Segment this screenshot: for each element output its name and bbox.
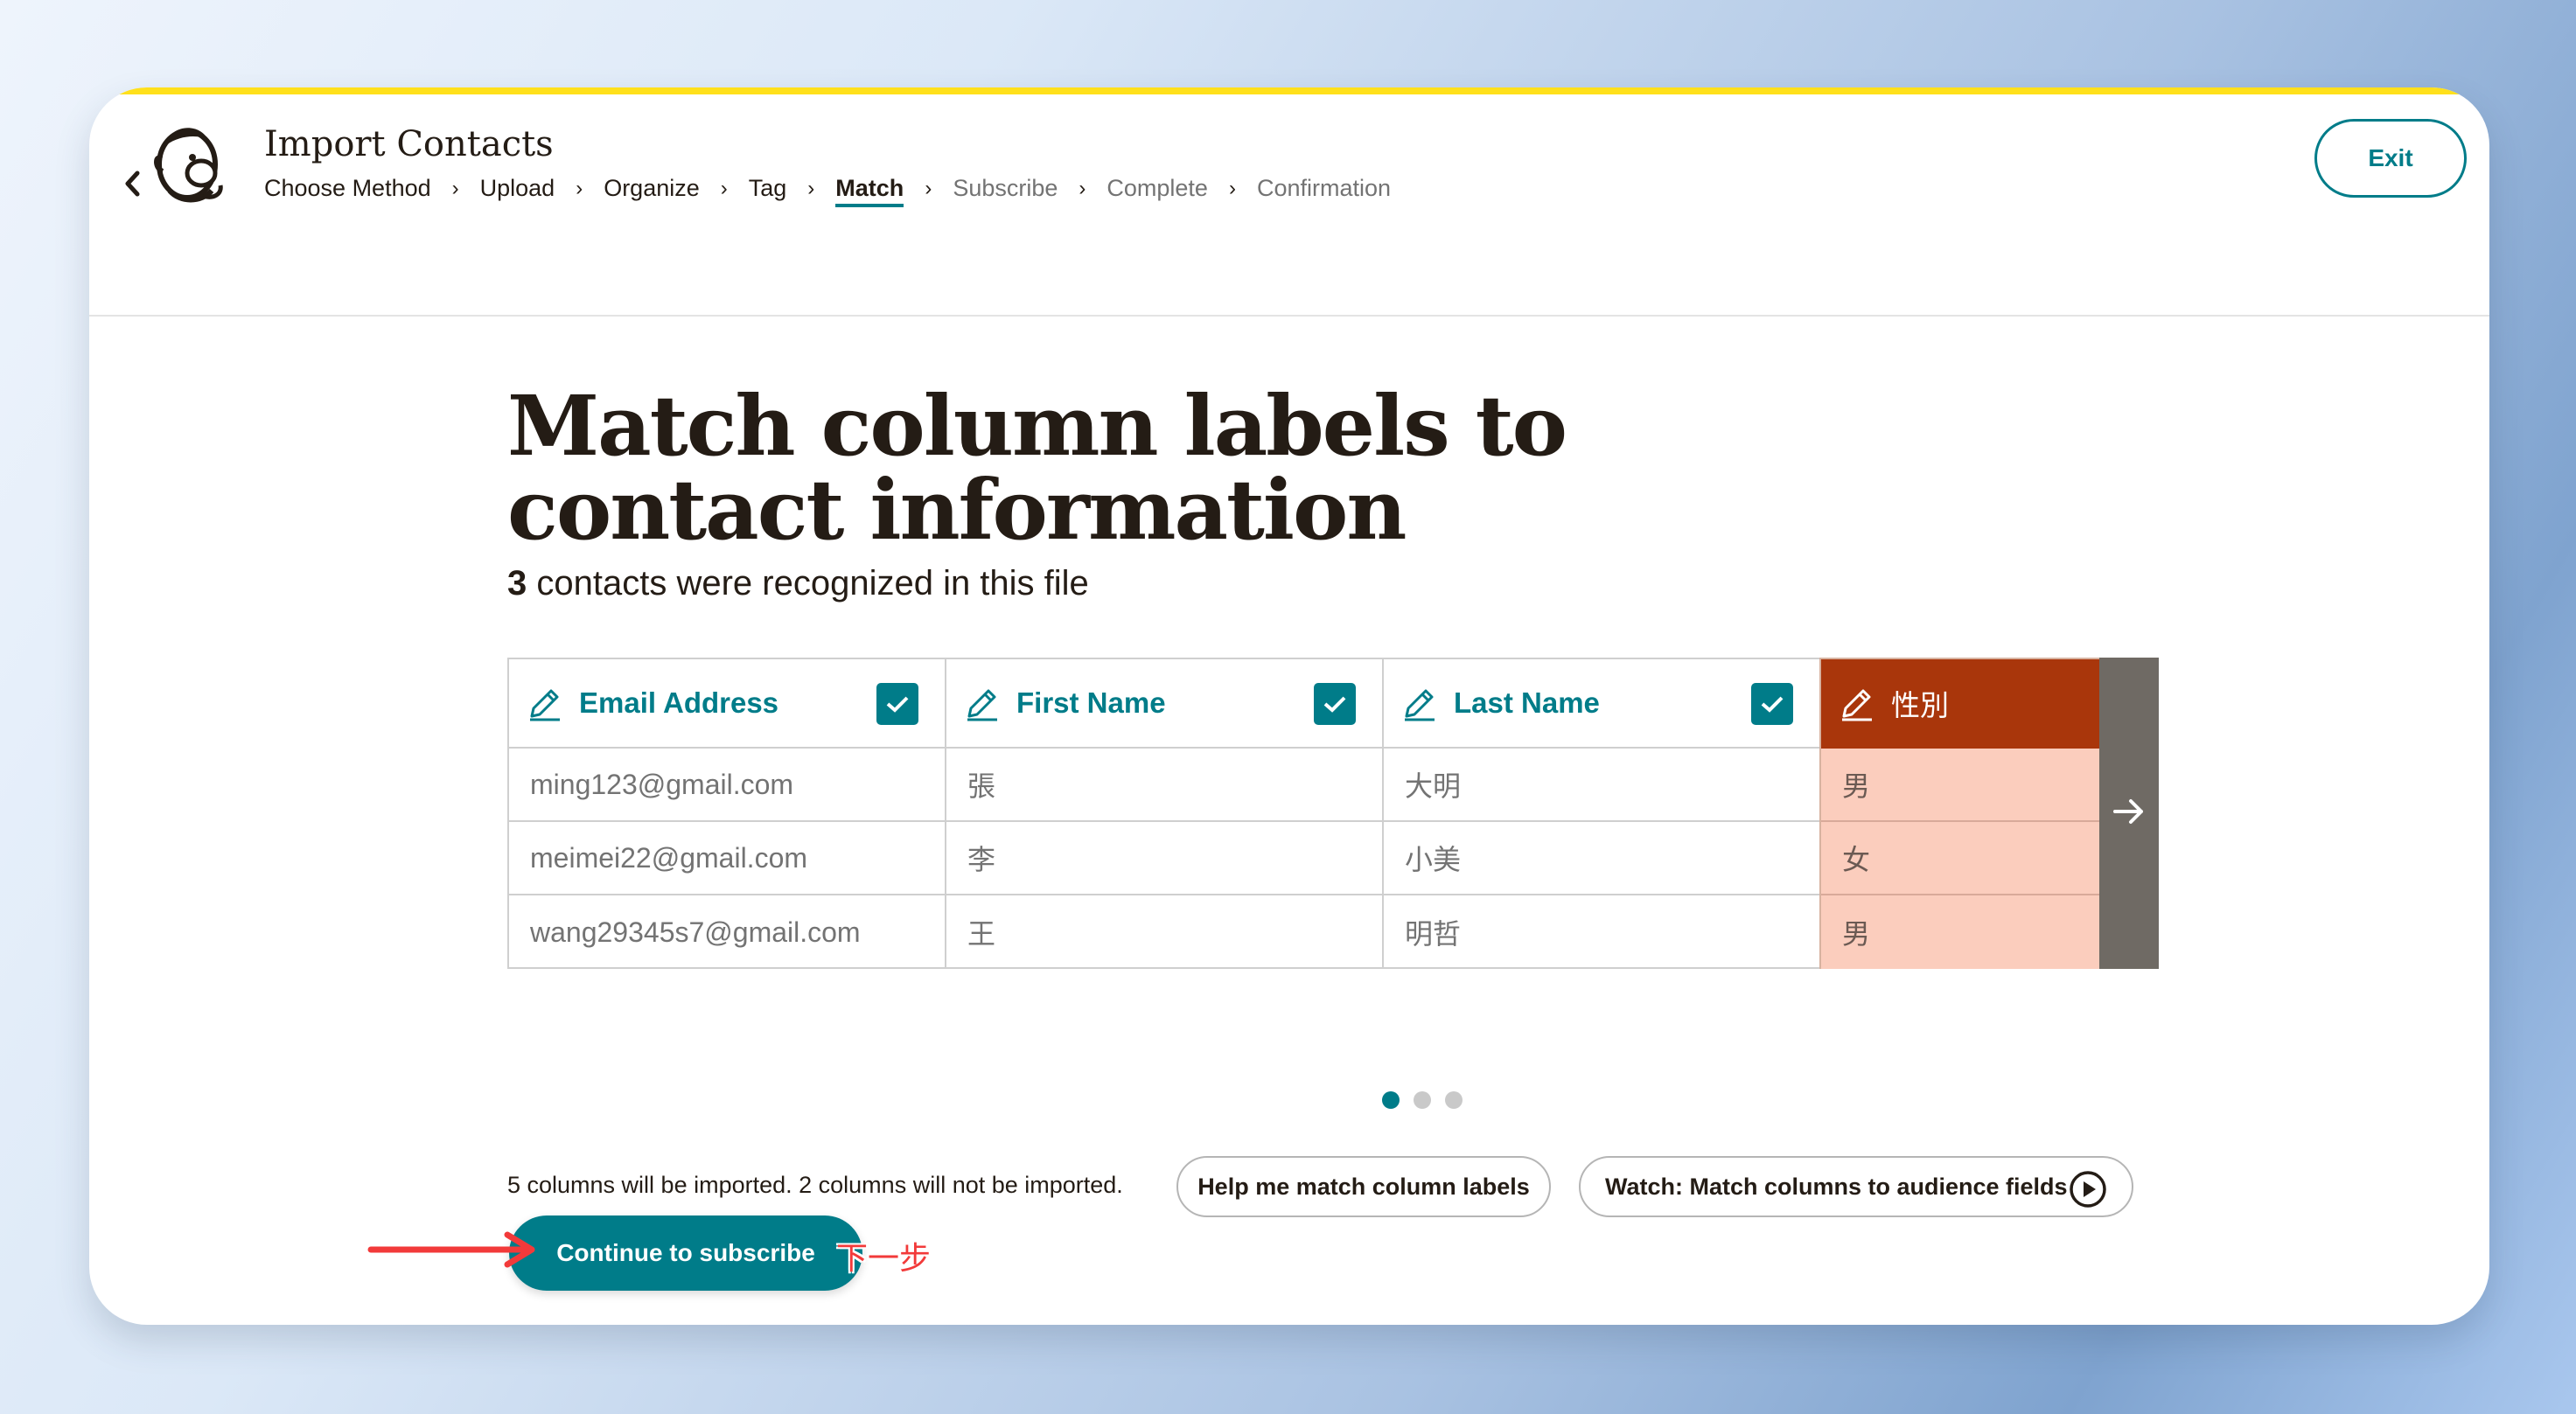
table-cell: 王 <box>967 918 996 950</box>
watch-video-button[interactable]: Watch: Match columns to audience fields <box>1579 1156 2133 1217</box>
breadcrumb-separator: › <box>451 176 459 200</box>
column-header[interactable]: Last Name <box>1384 659 1819 749</box>
breadcrumb-separator: › <box>1079 176 1086 200</box>
breadcrumb: Choose Method › Upload › Organize › Tag … <box>264 175 1391 207</box>
table-cell: 李 <box>946 822 1382 895</box>
column-label: 性別 <box>1891 689 1949 721</box>
page-title: Import Contacts <box>264 124 554 164</box>
table-cell: wang29345s7@gmail.com <box>530 916 861 948</box>
recognized-summary: 3 contacts were recognized in this file <box>507 564 1089 603</box>
breadcrumb-organize[interactable]: Organize <box>604 175 700 207</box>
breadcrumb-tag[interactable]: Tag <box>749 175 787 207</box>
breadcrumb-match[interactable]: Match <box>835 175 904 207</box>
column-last-name[interactable]: Last Name 大明 小美 明哲 <box>1382 658 1821 969</box>
column-unmatched-gender[interactable]: 性別 男 女 男 <box>1819 658 2101 969</box>
mailchimp-freddie-icon <box>150 119 229 206</box>
pencil-icon[interactable] <box>964 685 1001 721</box>
pagination-dot-2[interactable] <box>1414 1091 1431 1109</box>
table-cell: 張 <box>946 749 1382 822</box>
column-match-table: Email Address ming123@gmail.com meimei22… <box>507 658 2159 969</box>
brand-top-bar <box>89 87 2489 94</box>
column-header[interactable]: 性別 <box>1821 659 2099 749</box>
breadcrumb-separator: › <box>807 176 815 200</box>
breadcrumb-complete: Complete <box>1106 175 1208 201</box>
next-columns-button[interactable] <box>2099 658 2159 969</box>
table-cell: 小美 <box>1384 822 1819 895</box>
column-first-name[interactable]: First Name 張 李 王 <box>945 658 1384 969</box>
table-cell: meimei22@gmail.com <box>509 822 945 895</box>
column-label: Email Address <box>579 686 779 719</box>
recognized-count: 3 <box>507 564 527 603</box>
table-cell: 明哲 <box>1405 918 1462 950</box>
import-summary: 5 columns will be imported. 2 columns wi… <box>507 1172 1123 1198</box>
column-label: Last Name <box>1454 686 1600 719</box>
breadcrumb-subscribe: Subscribe <box>953 175 1058 201</box>
pencil-icon[interactable] <box>1401 685 1438 721</box>
table-cell: 男 <box>1821 749 2099 822</box>
pagination-dot-1[interactable] <box>1382 1091 1400 1109</box>
header: Import Contacts Choose Method › Upload ›… <box>89 94 2489 317</box>
pencil-icon[interactable] <box>1839 685 1875 721</box>
checkbox-checked-icon[interactable] <box>1751 683 1793 725</box>
continue-button[interactable]: Continue to subscribe <box>509 1215 862 1291</box>
checkbox-checked-icon[interactable] <box>1314 683 1356 725</box>
column-header[interactable]: First Name <box>946 659 1382 749</box>
column-label: First Name <box>1016 686 1166 719</box>
pagination-dots <box>1382 1091 1463 1109</box>
column-header[interactable]: Email Address <box>509 659 945 749</box>
breadcrumb-separator: › <box>720 176 728 200</box>
table-cell: 女 <box>1821 822 2099 895</box>
main-heading: Match column labels to contact informati… <box>507 378 1567 559</box>
table-cell: ming123@gmail.com <box>509 749 945 822</box>
pencil-icon[interactable] <box>527 685 563 721</box>
table-cell: 大明 <box>1384 749 1819 822</box>
breadcrumb-upload[interactable]: Upload <box>480 175 555 207</box>
play-circle-icon <box>2069 1170 2107 1209</box>
help-match-button[interactable]: Help me match column labels <box>1176 1156 1551 1217</box>
checkbox-checked-icon[interactable] <box>876 683 918 725</box>
exit-button[interactable]: Exit <box>2314 119 2467 198</box>
annotation-arrow-icon <box>367 1231 535 1268</box>
breadcrumb-choose-method[interactable]: Choose Method <box>264 175 431 207</box>
watch-video-label: Watch: Match columns to audience fields <box>1605 1173 2068 1200</box>
import-contacts-window: Import Contacts Choose Method › Upload ›… <box>89 87 2489 1325</box>
breadcrumb-separator: › <box>576 176 583 200</box>
breadcrumb-separator: › <box>1228 176 1236 200</box>
pagination-dot-3[interactable] <box>1445 1091 1463 1109</box>
arrow-right-icon <box>2112 796 2147 832</box>
table-cell: 男 <box>1821 895 2099 969</box>
breadcrumb-separator: › <box>925 176 932 200</box>
annotation-label: 下一步 <box>836 1241 932 1277</box>
column-email-address[interactable]: Email Address ming123@gmail.com meimei22… <box>507 658 946 969</box>
recognized-text: contacts were recognized in this file <box>536 564 1089 603</box>
breadcrumb-confirmation: Confirmation <box>1256 175 1392 201</box>
